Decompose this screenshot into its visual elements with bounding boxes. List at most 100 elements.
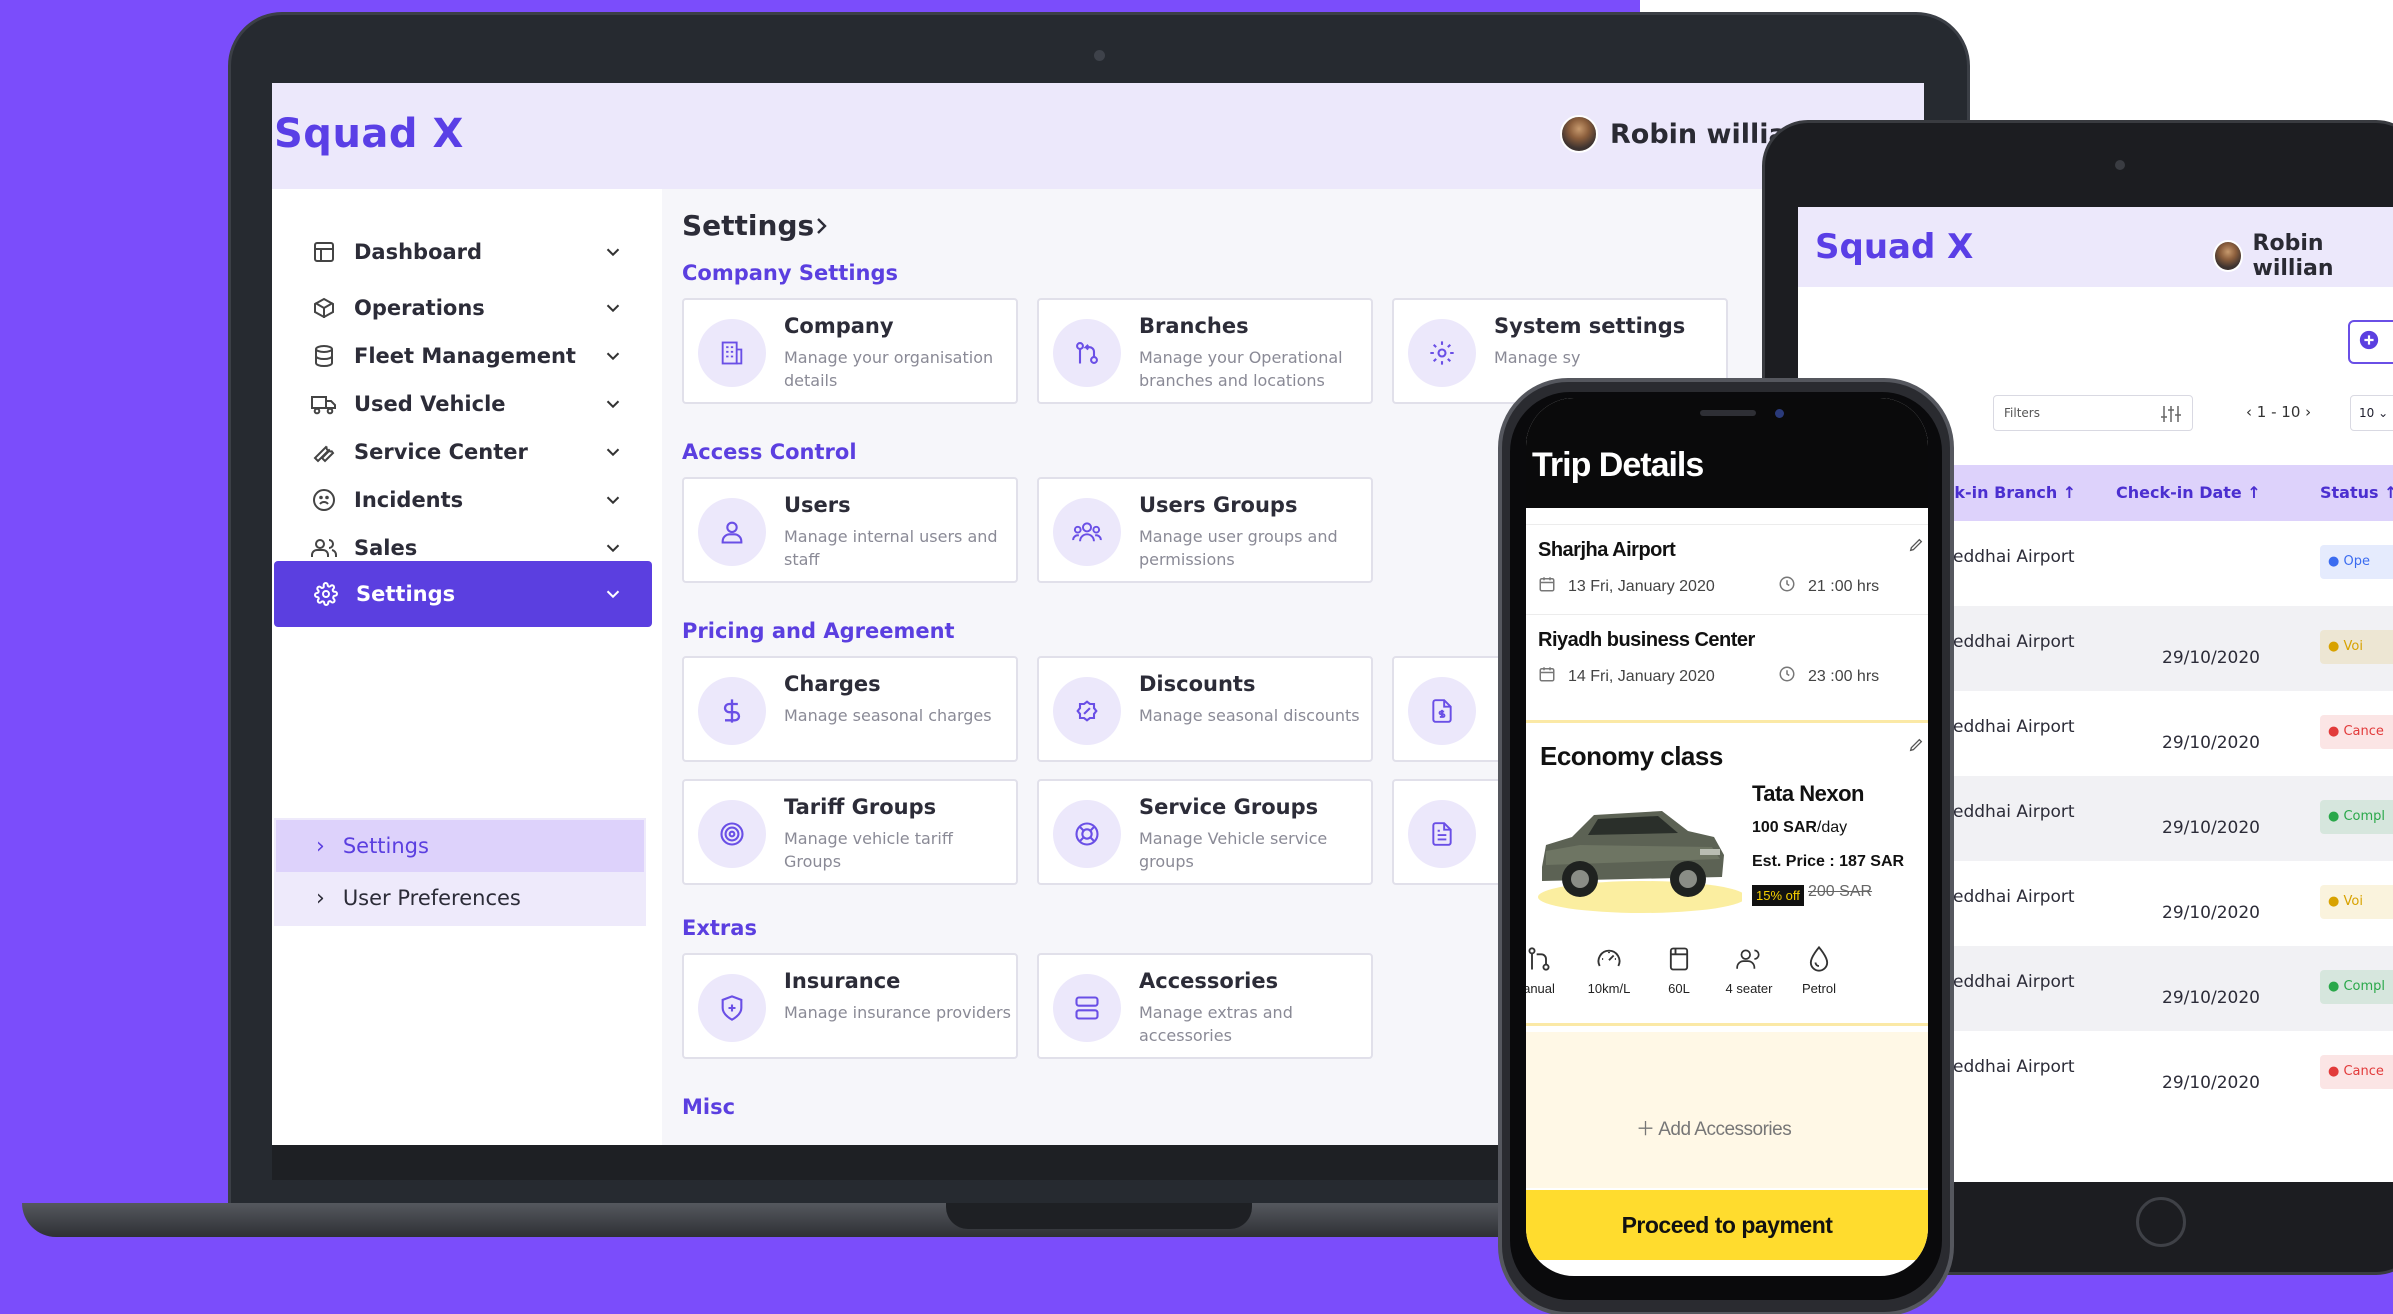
section-title-misc: Misc: [682, 1095, 736, 1119]
chevron-down-icon[interactable]: [602, 489, 624, 515]
laptop-camera: [1094, 50, 1105, 61]
column-header-status[interactable]: Status ↑: [2320, 483, 2393, 502]
chevron-left-icon[interactable]: ‹: [2246, 403, 2252, 421]
pagination-range: 1 - 10: [2256, 403, 2301, 421]
car-rate: 100 SAR/day: [1752, 819, 1847, 837]
card-users[interactable]: Users Manage internal users and staff: [682, 477, 1018, 583]
tablet-camera: [2115, 160, 2125, 170]
breadcrumb[interactable]: Settings: [682, 209, 814, 242]
card-description: Manage seasonal charges: [784, 706, 992, 725]
proceed-to-payment-button[interactable]: Proceed to payment: [1526, 1190, 1928, 1260]
card-branches[interactable]: Branches Manage your Operational branche…: [1037, 298, 1373, 404]
add-button[interactable]: [2348, 320, 2393, 364]
cell-date: 29/10/2020: [2162, 988, 2260, 1008]
edit-icon[interactable]: [1908, 537, 1924, 558]
card-title: Accessories: [1139, 969, 1279, 993]
card-discounts[interactable]: Discounts Manage seasonal discounts: [1037, 656, 1373, 762]
car-rate-unit: /day: [1816, 819, 1848, 836]
spec-label: 4 seater: [1725, 981, 1773, 996]
column-header-branch[interactable]: eck-in Branch ↑: [1934, 483, 2076, 502]
column-label: Check-in Date: [2116, 483, 2242, 502]
add-accessories-section[interactable]: ＋ Add Accessories: [1526, 1032, 1928, 1188]
user-name: Robin willia: [1610, 118, 1787, 150]
avatar[interactable]: [2213, 240, 2243, 272]
vehicle-class-card[interactable]: Economy class Tata Nexon 100 SAR/day Est…: [1526, 720, 1928, 1026]
sidebar-item-label: Operations: [354, 296, 485, 320]
tablet-header: Squad X Robin willian: [1798, 207, 2393, 287]
submenu-item-label: Settings: [342, 834, 429, 858]
target-icon: [698, 800, 766, 868]
card-description: Manage seasonal discounts: [1139, 706, 1360, 725]
add-accessories-button[interactable]: ＋ Add Accessories: [1636, 1114, 1792, 1141]
chevron-down-icon[interactable]: [602, 297, 624, 323]
status-badge: ● Cance: [2320, 1055, 2393, 1089]
cell-branch: eddhai Airport: [1953, 887, 2075, 907]
discount-badge: 15% off: [1752, 885, 1804, 906]
card-description: Manage your Operational branches and loc…: [1139, 348, 1343, 390]
dropoff-location[interactable]: Riyadh business Center 14 Fri, January 2…: [1526, 614, 1928, 706]
sidebar-item-dashboard[interactable]: Dashboard: [272, 221, 652, 283]
status-label: Compl: [2343, 979, 2386, 994]
card-tariff-groups[interactable]: Tariff Groups Manage vehicle tariff Grou…: [682, 779, 1018, 885]
spec-seats: 4 seater: [1714, 945, 1784, 996]
sidebar-item-label: Incidents: [354, 488, 464, 512]
edit-icon[interactable]: [1908, 737, 1924, 758]
add-accessories-label: Add Accessories: [1658, 1119, 1792, 1140]
status-dot: ●: [2328, 554, 2344, 569]
dropoff-time-row: 23 :00 hrs: [1778, 665, 1879, 688]
app-logo[interactable]: Squad X: [274, 111, 464, 157]
card-service-groups[interactable]: Service Groups Manage Vehicle service gr…: [1037, 779, 1373, 885]
column-header-date[interactable]: Check-in Date ↑: [2116, 483, 2261, 502]
pickup-location[interactable]: Sharjha Airport 13 Fri, January 2020 21 …: [1526, 524, 1928, 614]
status-dot: ●: [2328, 639, 2344, 654]
card-accessories[interactable]: Accessories Manage extras and accessorie…: [1037, 953, 1373, 1059]
card-company[interactable]: Company Manage your organisation details: [682, 298, 1018, 404]
filter-placeholder: Filters: [2004, 406, 2040, 420]
clock-icon: [1778, 665, 1796, 688]
chevron-right-icon[interactable]: ›: [2305, 403, 2311, 421]
phone-screen: Trip Details Sharjha Airport 13 Fri, Jan…: [1526, 398, 1928, 1276]
section-title-company-settings: Company Settings: [682, 261, 898, 285]
card-title: Discounts: [1139, 672, 1256, 696]
discount-badge-icon: [1053, 677, 1121, 745]
chevron-down-icon[interactable]: [602, 241, 624, 267]
chevron-down-icon[interactable]: [602, 537, 624, 563]
git-branch-icon: [1053, 319, 1121, 387]
user-menu[interactable]: Robin willian: [2213, 231, 2393, 281]
box-icon: [310, 294, 338, 322]
avatar[interactable]: [1560, 115, 1598, 153]
vehicle-class: Economy class: [1540, 741, 1723, 771]
pagination: ‹ 1 - 10 ›: [2246, 403, 2311, 421]
estimated-price: Est. Price : 187 SAR: [1752, 853, 1905, 870]
spec-label: 60L: [1668, 981, 1690, 996]
submenu-item-label: User Preferences: [342, 886, 521, 910]
card-title: Service Groups: [1139, 795, 1319, 819]
sidebar-item-label: Sales: [354, 536, 418, 560]
status-badge: ● Compl: [2320, 970, 2393, 1004]
chevron-right-icon: ›: [316, 885, 325, 911]
tablet-home-button: [2136, 1197, 2186, 1247]
frown-icon: [310, 486, 338, 514]
shield-icon: [698, 974, 766, 1042]
gear-icon: [1408, 319, 1476, 387]
chevron-down-icon[interactable]: [602, 345, 624, 371]
cell-date: 29/10/2020: [2162, 1073, 2260, 1093]
card-users-groups[interactable]: Users Groups Manage user groups and perm…: [1037, 477, 1373, 583]
status-label: Cance: [2343, 1064, 2384, 1079]
card-insurance[interactable]: Insurance Manage insurance providers: [682, 953, 1018, 1059]
sidebar-item-settings[interactable]: Settings: [274, 561, 652, 627]
sliders-icon[interactable]: [2160, 404, 2182, 427]
submenu-item-settings[interactable]: › Settings: [276, 820, 644, 872]
chevron-down-icon[interactable]: [602, 441, 624, 467]
app-logo[interactable]: Squad X: [1815, 227, 1973, 267]
card-charges[interactable]: Charges Manage seasonal charges: [682, 656, 1018, 762]
sidebar-item-label: Settings: [356, 582, 456, 606]
dropoff-date-row: 14 Fri, January 2020: [1538, 665, 1715, 688]
filter-input[interactable]: Filters: [1993, 395, 2193, 431]
chevron-down-icon[interactable]: [602, 583, 624, 609]
submenu-item-user-preferences[interactable]: › User Preferences: [276, 872, 644, 924]
user-menu[interactable]: Robin willia: [1560, 115, 1787, 153]
layout-icon: [310, 238, 338, 266]
per-page-select[interactable]: 10 ⌄: [2350, 395, 2393, 431]
chevron-down-icon[interactable]: [602, 393, 624, 419]
